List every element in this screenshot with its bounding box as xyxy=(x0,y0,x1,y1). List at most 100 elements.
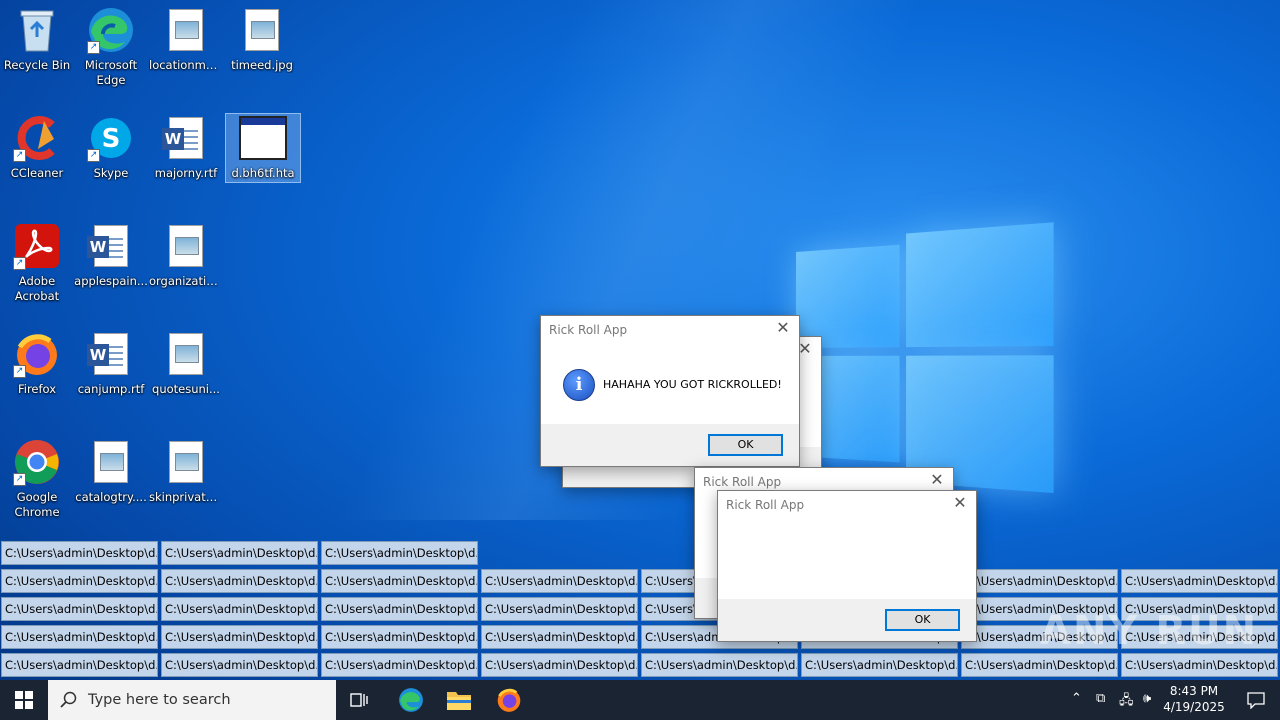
info-icon: i xyxy=(563,369,595,401)
desktop-icon-firefox[interactable]: ↗ Firefox xyxy=(0,330,74,397)
minimized-window-bar[interactable]: C:\Users\admin\Desktop\d... xyxy=(481,569,638,593)
minimized-window-bar[interactable]: C:\Users\admin\Desktop\d... xyxy=(1,597,158,621)
desktop-icon-ccleaner[interactable]: ↗ CCleaner xyxy=(0,114,74,181)
network-icon[interactable]: 🖧 xyxy=(1119,691,1134,713)
dialog-rick-roll-main: Rick Roll App ✕ i HAHAHA YOU GOT RICKROL… xyxy=(540,315,800,467)
desktop-icon-timeed[interactable]: timeed.jpg xyxy=(225,6,299,73)
minimized-window-bar[interactable]: C:\Users\admin\Desktop\d... xyxy=(1,625,158,649)
recycle-bin-icon xyxy=(13,6,61,54)
firefox-icon: ↗ xyxy=(13,330,61,378)
minimized-window-bar[interactable]: C:\Users\admin\Desktop\d... xyxy=(961,569,1118,593)
minimized-window-bar[interactable]: C:\Users\admin\Desktop\d... xyxy=(1121,653,1278,677)
start-button[interactable] xyxy=(0,680,48,720)
desktop-icon-majorny[interactable]: W majorny.rtf xyxy=(149,114,223,181)
desktop-icon-microsoft-edge[interactable]: ↗ Microsoft Edge xyxy=(74,6,148,88)
image-file-icon xyxy=(162,330,210,378)
desktop-icon-locationma[interactable]: locationma... xyxy=(149,6,223,73)
minimized-window-bar[interactable]: C:\Users\admin\Desktop\d... xyxy=(1,569,158,593)
chevron-up-icon[interactable]: ⌃ xyxy=(1071,691,1082,706)
anyrun-watermark: ANY RUN xyxy=(1040,608,1259,654)
search-placeholder: Type here to search xyxy=(88,692,231,708)
desktop-icon-quotesuni[interactable]: quotesuni... xyxy=(149,330,223,397)
microsoft-edge-icon xyxy=(399,688,423,712)
svg-text:S: S xyxy=(102,124,121,154)
minimized-window-bar[interactable]: C:\Users\admin\Desktop\d... xyxy=(1,541,158,565)
taskbar-edge[interactable] xyxy=(387,680,435,720)
action-center-button[interactable] xyxy=(1232,680,1280,720)
meet-now-icon[interactable]: ⧉ xyxy=(1096,691,1105,706)
taskbar-clock[interactable]: 8:43 PM 4/19/2025 xyxy=(1158,683,1230,715)
ok-button[interactable]: OK xyxy=(708,434,783,456)
google-chrome-icon: ↗ xyxy=(13,438,61,486)
search-icon xyxy=(60,691,77,708)
ok-button[interactable]: OK xyxy=(885,609,960,631)
notification-icon xyxy=(1247,692,1265,709)
minimized-window-bar[interactable]: C:\Users\admin\Desktop\d... xyxy=(161,569,318,593)
minimized-window-bar[interactable]: C:\Users\admin\Desktop\d... xyxy=(321,541,478,565)
minimized-window-bar[interactable]: C:\Users\admin\Desktop\d... xyxy=(321,597,478,621)
minimized-window-bar[interactable]: C:\Users\admin\Desktop\d... xyxy=(321,653,478,677)
dialog-title: Rick Roll App xyxy=(549,323,628,337)
firefox-icon xyxy=(497,688,521,712)
minimized-window-bar[interactable]: C:\Users\admin\Desktop\d... xyxy=(1,653,158,677)
taskbar-firefox[interactable] xyxy=(485,680,533,720)
desktop-icon-canjump[interactable]: W canjump.rtf xyxy=(74,330,148,397)
close-icon[interactable]: ✕ xyxy=(927,470,947,489)
image-file-icon xyxy=(238,6,286,54)
taskbar: Type here to search ⌃ ⧉ 🖧 🕪 8:43 PM 4/19… xyxy=(0,680,1280,720)
skype-icon: S ↗ xyxy=(87,114,135,162)
dialog-footer: OK xyxy=(718,599,976,641)
desktop-icon-recycle-bin[interactable]: Recycle Bin xyxy=(0,6,74,73)
desktop-icon-d-bh6tf-hta[interactable]: d.bh6tf.hta xyxy=(225,113,301,183)
minimized-window-bar[interactable]: C:\Users\admin\Desktop\d... xyxy=(321,569,478,593)
windows-logo-wallpaper xyxy=(796,222,1054,498)
desktop-icon-applespain[interactable]: W applespain... xyxy=(74,222,148,289)
minimized-window-bar[interactable]: C:\Users\admin\Desktop\d... xyxy=(481,597,638,621)
minimized-window-bar[interactable]: C:\Users\admin\Desktop\d... xyxy=(1121,569,1278,593)
desktop-icon-google-chrome[interactable]: ↗ Google Chrome xyxy=(0,438,74,520)
folder-icon xyxy=(447,692,471,710)
minimized-window-bar[interactable]: C:\Users\admin\Desktop\d... xyxy=(321,625,478,649)
windows-start-icon xyxy=(15,691,33,709)
dialog-rick-roll-front: Rick Roll App ✕ OK xyxy=(717,490,977,642)
desktop: Recycle Bin ↗ CCleaner ↗ Adobe Acrobat ↗… xyxy=(0,0,1280,680)
clock-time: 8:43 PM xyxy=(1169,684,1219,698)
minimized-window-bar[interactable]: C:\Users\admin\Desktop\d... xyxy=(161,541,318,565)
search-box[interactable]: Type here to search xyxy=(48,680,336,720)
image-file-icon xyxy=(162,438,210,486)
image-file-icon xyxy=(162,222,210,270)
task-view-icon xyxy=(350,693,368,707)
desktop-icon-skype[interactable]: S ↗ Skype xyxy=(74,114,148,181)
clock-date: 4/19/2025 xyxy=(1163,700,1225,714)
desktop-icon-adobe-acrobat[interactable]: ↗ Adobe Acrobat xyxy=(0,222,74,304)
minimized-window-bar[interactable]: C:\Users\admin\Desktop\d... xyxy=(961,653,1118,677)
hta-application-icon xyxy=(239,114,287,162)
word-document-icon: W xyxy=(87,330,135,378)
close-icon[interactable]: ✕ xyxy=(950,493,970,512)
close-icon[interactable]: ✕ xyxy=(773,318,793,337)
image-file-icon xyxy=(162,6,210,54)
dialog-title: Rick Roll App xyxy=(703,475,782,489)
minimized-window-bar[interactable]: C:\Users\admin\Desktop\d... xyxy=(481,653,638,677)
word-document-icon: W xyxy=(87,222,135,270)
image-file-icon xyxy=(87,438,135,486)
microsoft-edge-icon: ↗ xyxy=(87,6,135,54)
word-document-icon: W xyxy=(162,114,210,162)
minimized-window-bar[interactable]: C:\Users\admin\Desktop\d... xyxy=(641,653,798,677)
dialog-message: HAHAHA YOU GOT RICKROLLED! xyxy=(603,378,782,391)
dialog-title: Rick Roll App xyxy=(726,498,805,512)
desktop-icon-organizatio[interactable]: organizatio... xyxy=(149,222,223,289)
volume-icon[interactable]: 🕪 xyxy=(1143,691,1151,706)
minimized-window-bar[interactable]: C:\Users\admin\Desktop\d... xyxy=(161,597,318,621)
adobe-acrobat-icon: ↗ xyxy=(13,222,61,270)
minimized-window-bar[interactable]: C:\Users\admin\Desktop\d... xyxy=(161,653,318,677)
dialog-footer: OK xyxy=(541,424,799,466)
task-view-button[interactable] xyxy=(336,680,384,720)
minimized-window-bar[interactable]: C:\Users\admin\Desktop\d... xyxy=(481,625,638,649)
minimized-window-bar[interactable]: C:\Users\admin\Desktop\d... xyxy=(801,653,958,677)
desktop-icon-catalogtry[interactable]: catalogtry.... xyxy=(74,438,148,505)
ccleaner-icon: ↗ xyxy=(13,114,61,162)
desktop-icon-skinprivate[interactable]: skinprivate.... xyxy=(149,438,223,505)
taskbar-file-explorer[interactable] xyxy=(435,680,483,720)
minimized-window-bar[interactable]: C:\Users\admin\Desktop\d... xyxy=(161,625,318,649)
